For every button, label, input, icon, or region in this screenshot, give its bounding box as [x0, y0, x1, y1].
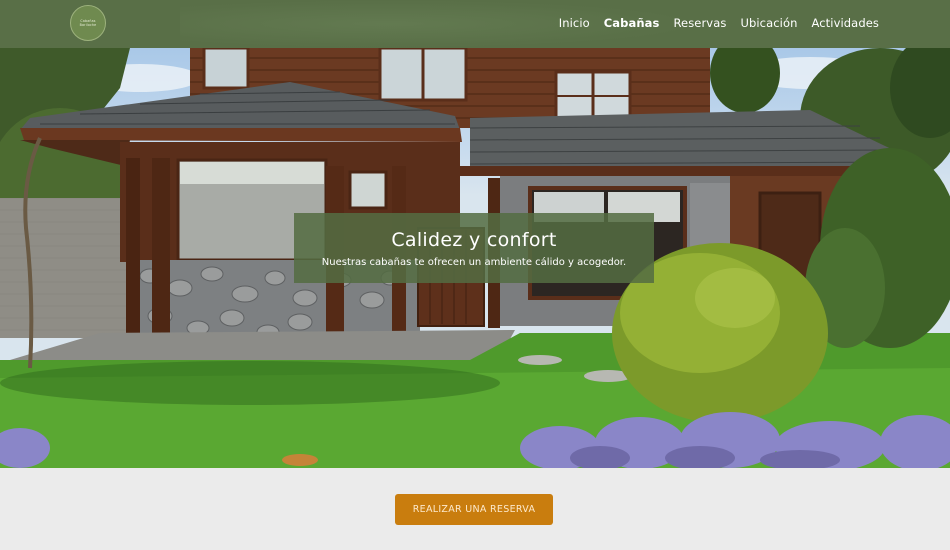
brand-logo[interactable]: Cabañas Bariloche: [70, 5, 106, 41]
nav-link-ubicacion[interactable]: Ubicación: [740, 16, 797, 30]
nav-link-inicio[interactable]: Inicio: [559, 16, 590, 30]
cta-section: REALIZAR UNA RESERVA: [0, 468, 950, 550]
logo-line-2: Bariloche: [79, 23, 97, 27]
book-now-button[interactable]: REALIZAR UNA RESERVA: [395, 494, 553, 525]
hero-subtitle: Nuestras cabañas te ofrecen un ambiente …: [321, 256, 627, 268]
nav-link-actividades[interactable]: Actividades: [811, 16, 879, 30]
hero-section: Calidez y confort Nuestras cabañas te of…: [0, 48, 950, 468]
main-nav: Inicio Cabañas Reservas Ubicación Activi…: [559, 16, 879, 30]
nav-link-reservas[interactable]: Reservas: [673, 16, 726, 30]
site-header: Cabañas Bariloche Inicio Cabañas Reserva…: [0, 0, 950, 48]
nav-link-cabanas[interactable]: Cabañas: [604, 16, 660, 30]
hero-caption: Calidez y confort Nuestras cabañas te of…: [294, 213, 654, 283]
hero-title: Calidez y confort: [391, 228, 557, 251]
